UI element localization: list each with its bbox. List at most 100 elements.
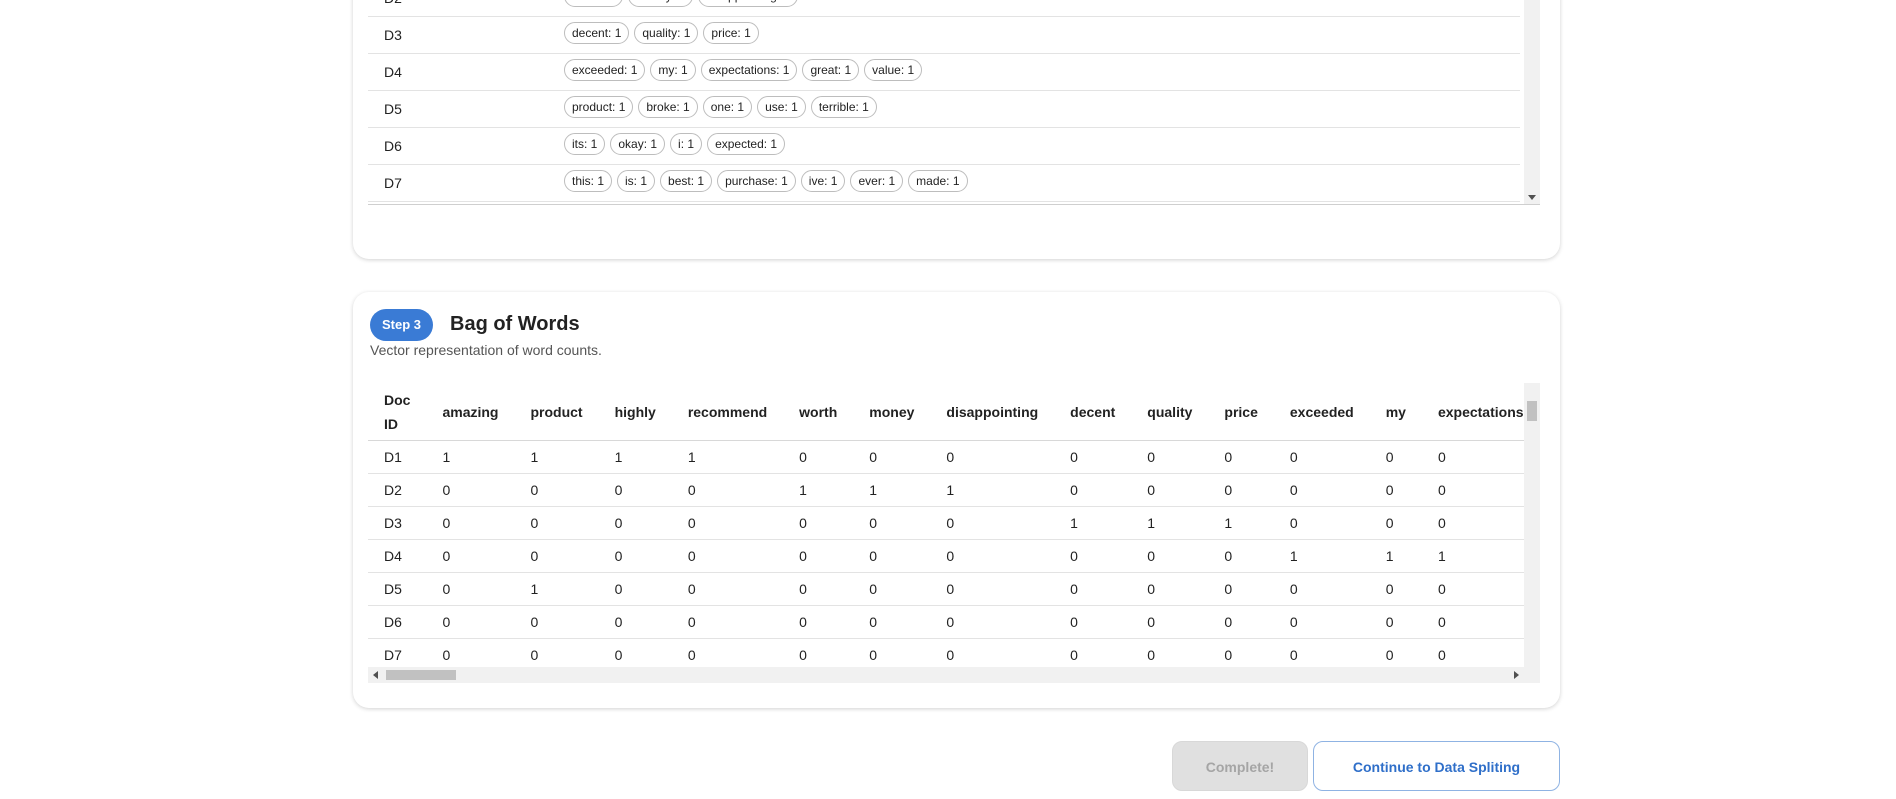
- table-row: D1 1 1 1 1 0 0 0 0 0 0 0 0 0: [368, 440, 1524, 474]
- token-table-scrollbar[interactable]: [1524, 0, 1540, 204]
- count-cell: 1: [1273, 539, 1370, 573]
- doc-id: D4: [384, 64, 402, 80]
- token-chip: one: 1: [702, 96, 753, 118]
- token-row: D5 product: 1 broke: 1 one: 1 use: 1 terrible…: [368, 90, 1520, 128]
- table-row: D3 0 0 0 0 0 0 0 1 1 1 0 0 0: [368, 506, 1524, 540]
- count-cell: 0: [930, 638, 1055, 667]
- count-cell: 1: [1421, 539, 1524, 573]
- column-header: amazing: [426, 383, 515, 441]
- count-cell: 0: [1131, 572, 1209, 606]
- column-header: exceeded: [1273, 383, 1370, 441]
- count-cell: 0: [1421, 638, 1524, 667]
- count-cell: 0: [1208, 605, 1274, 639]
- token-chip: great: 1: [802, 59, 860, 81]
- token-chips: its: 1 okay: 1 i: 1 expected: 1: [564, 133, 786, 155]
- table-row: D7 0 0 0 0 0 0 0 0 0 0 0 0 0: [368, 638, 1524, 667]
- token-chip: okay: 1: [610, 133, 666, 155]
- token-chip: disappointing: 1: [698, 0, 799, 7]
- token-row: D7 this: 1 is: 1 best: 1 purchase: 1 ive: 1 ev…: [368, 164, 1520, 202]
- bow-table: Doc ID amazing product highly recommend worth…: [368, 383, 1524, 667]
- count-cell: 0: [1054, 638, 1132, 667]
- count-cell: 0: [1273, 473, 1370, 507]
- token-chip: ever: 1: [850, 170, 904, 192]
- column-header: recommend: [671, 383, 784, 441]
- count-cell: 0: [1273, 506, 1370, 540]
- table-row: D2 0 0 0 0 1 1 1 0 0 0 0 0 0: [368, 473, 1524, 507]
- token-chip: best: 1: [660, 170, 713, 192]
- tokenization-card: D2 worth: 1 money: 1 disappointing: 1 D3 dece…: [353, 0, 1560, 259]
- table-row: D6 0 0 0 0 0 0 0 0 0 0 0 0 0: [368, 605, 1524, 639]
- count-cell: 0: [514, 473, 599, 507]
- token-table[interactable]: D2 worth: 1 money: 1 disappointing: 1 D3 dece…: [368, 0, 1540, 205]
- token-chip: purchase: 1: [717, 170, 796, 192]
- count-cell: 0: [598, 539, 672, 573]
- count-cell: 0: [783, 440, 854, 474]
- count-cell: 0: [426, 506, 515, 540]
- scroll-right-icon[interactable]: [1514, 671, 1519, 679]
- scroll-down-icon[interactable]: [1528, 195, 1536, 200]
- scroll-left-icon[interactable]: [373, 671, 378, 679]
- bow-horizontal-scrollbar[interactable]: [368, 667, 1540, 683]
- complete-button[interactable]: Complete!: [1172, 741, 1308, 791]
- count-cell: 1: [514, 440, 599, 474]
- section-title: Bag of Words: [450, 313, 580, 335]
- count-cell: 0: [598, 473, 672, 507]
- count-cell: 0: [930, 539, 1055, 573]
- count-cell: 0: [671, 572, 784, 606]
- token-chip: ive: 1: [800, 170, 846, 192]
- count-cell: 0: [853, 572, 931, 606]
- count-cell: 1: [1131, 506, 1209, 540]
- token-chip: expected: 1: [707, 133, 786, 155]
- token-chips: worth: 1 money: 1 disappointing: 1: [564, 0, 799, 7]
- token-chip: worth: 1: [564, 0, 623, 7]
- scrollbar-thumb[interactable]: [1527, 401, 1537, 421]
- count-cell: 0: [853, 539, 931, 573]
- continue-to-data-splitting-button[interactable]: Continue to Data Spliting: [1313, 741, 1560, 791]
- count-cell: 0: [1131, 638, 1209, 667]
- token-chip: i: 1: [670, 133, 703, 155]
- scrollbar-thumb[interactable]: [386, 670, 456, 680]
- count-cell: 0: [671, 539, 784, 573]
- token-row: D3 decent: 1 quality: 1 price: 1: [368, 16, 1520, 54]
- count-cell: 0: [426, 638, 515, 667]
- count-cell: 1: [598, 440, 672, 474]
- count-cell: 0: [671, 506, 784, 540]
- count-cell: 0: [1131, 605, 1209, 639]
- doc-id-cell: D6: [368, 605, 427, 639]
- count-cell: 0: [1054, 473, 1132, 507]
- count-cell: 0: [1421, 473, 1524, 507]
- token-chips: product: 1 broke: 1 one: 1 use: 1 terrible: …: [564, 96, 877, 118]
- count-cell: 0: [930, 572, 1055, 606]
- token-chip: value: 1: [864, 59, 923, 81]
- doc-id: D5: [384, 101, 402, 117]
- token-chip: is: 1: [617, 170, 656, 192]
- count-cell: 0: [426, 539, 515, 573]
- count-cell: 0: [1421, 605, 1524, 639]
- count-cell: 0: [671, 638, 784, 667]
- count-cell: 0: [426, 473, 515, 507]
- token-row: D6 its: 1 okay: 1 i: 1 expected: 1: [368, 127, 1520, 165]
- doc-id-cell: D7: [368, 638, 427, 667]
- token-chips: decent: 1 quality: 1 price: 1: [564, 22, 759, 44]
- count-cell: 1: [1369, 539, 1422, 573]
- count-cell: 0: [1421, 572, 1524, 606]
- token-chip: product: 1: [564, 96, 634, 118]
- count-cell: 0: [1369, 440, 1422, 474]
- step-badge: Step 3: [370, 309, 434, 341]
- count-cell: 0: [1131, 440, 1209, 474]
- count-cell: 0: [1273, 572, 1370, 606]
- count-cell: 0: [598, 572, 672, 606]
- count-cell: 0: [930, 605, 1055, 639]
- count-cell: 0: [1131, 539, 1209, 573]
- column-header: worth: [783, 383, 854, 441]
- count-cell: 0: [1131, 473, 1209, 507]
- bow-vertical-scrollbar[interactable]: [1524, 383, 1540, 667]
- doc-id: D7: [384, 175, 402, 191]
- count-cell: 1: [1208, 506, 1274, 540]
- count-cell: 0: [1369, 506, 1422, 540]
- count-cell: 0: [598, 506, 672, 540]
- count-cell: 0: [1369, 473, 1422, 507]
- count-cell: 0: [514, 539, 599, 573]
- bow-table-container[interactable]: Doc ID amazing product highly recommend worth…: [368, 383, 1540, 683]
- count-cell: 0: [853, 605, 931, 639]
